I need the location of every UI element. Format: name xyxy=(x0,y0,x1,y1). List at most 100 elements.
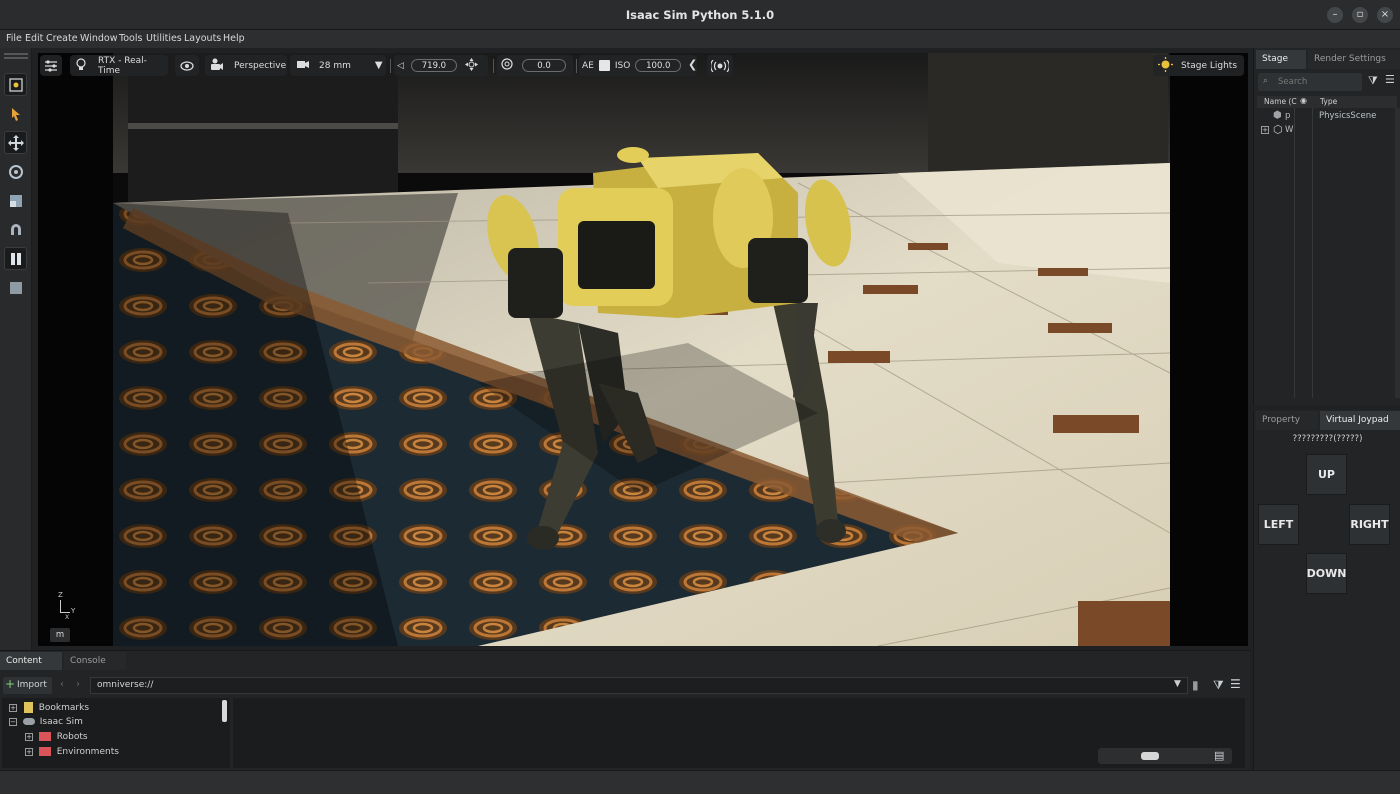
tab-console[interactable]: Console xyxy=(64,652,126,670)
bookmark-folder-icon xyxy=(23,702,33,713)
ae-label: AE xyxy=(582,60,594,71)
stage-scrollbar[interactable] xyxy=(1395,108,1400,398)
scale-icon[interactable] xyxy=(4,189,27,212)
joypad-header: ?????????(?????) xyxy=(1292,434,1363,444)
units-badge[interactable]: m xyxy=(50,628,70,642)
pointer-icon[interactable] xyxy=(4,102,27,125)
fstop-value[interactable]: 0.0 xyxy=(522,59,566,72)
tab-virtual-joypad[interactable]: Virtual Joypad xyxy=(1320,411,1400,430)
settings-sliders-icon[interactable] xyxy=(40,55,62,76)
stage-header-row: Name (C ◉ Type xyxy=(1257,96,1397,108)
menu-edit[interactable]: Edit xyxy=(25,33,43,44)
focus-target-icon[interactable] xyxy=(464,57,478,74)
right-button[interactable]: RIGHT xyxy=(1349,504,1390,545)
path-value: omniverse:// xyxy=(97,680,154,690)
menu-file[interactable]: File xyxy=(6,33,22,44)
up-button[interactable]: UP xyxy=(1306,454,1347,495)
close-icon[interactable]: × xyxy=(1377,7,1393,23)
select-icon[interactable] xyxy=(4,73,27,96)
viewport[interactable]: RTX - Real-Time Perspective 28 mm ▼ ◁ 71… xyxy=(38,53,1248,646)
menu-utilities[interactable]: Utilities xyxy=(146,33,182,44)
eye-icon[interactable] xyxy=(175,55,199,76)
focus-distance-value[interactable]: 719.0 xyxy=(410,59,457,72)
filter-icon[interactable]: ⧩ xyxy=(1368,74,1378,88)
renderer-dropdown[interactable]: RTX - Real-Time xyxy=(70,55,168,76)
col-name-header[interactable]: Name (C xyxy=(1264,97,1297,106)
camera-dropdown[interactable]: Perspective xyxy=(205,55,287,76)
bookmark-icon[interactable]: ▮ xyxy=(1192,678,1199,692)
stage-row[interactable]: ⬢ p PhysicsScene xyxy=(1257,110,1397,123)
stage-row[interactable]: + ⬡ W xyxy=(1257,123,1397,137)
chevron-down-icon[interactable]: ▼ xyxy=(1174,679,1181,689)
chevron-down-icon: ▼ xyxy=(374,60,383,71)
filter-icon[interactable]: ⧩ xyxy=(1213,678,1224,693)
tree-item-label: Environments xyxy=(56,747,119,757)
menu-layouts[interactable]: Layouts xyxy=(184,33,221,44)
menu-help[interactable]: Help xyxy=(223,33,245,44)
move-icon[interactable] xyxy=(4,131,27,154)
iso-value[interactable]: 100.0 xyxy=(635,59,682,72)
status-bar xyxy=(0,770,1400,794)
tree-item-isaac-sim[interactable]: − Isaac Sim xyxy=(9,717,83,727)
exposure-control[interactable]: AE ISO 100.0 xyxy=(579,55,697,76)
tree-item-label: Bookmarks xyxy=(38,703,90,713)
pause-icon[interactable] xyxy=(4,247,27,270)
menu-window[interactable]: Window xyxy=(80,33,117,44)
content-panel: Content Console + Import ‹ › omniverse:/… xyxy=(0,650,1250,770)
lens-dropdown[interactable]: 28 mm ▼ xyxy=(290,55,386,76)
scene-render[interactable] xyxy=(38,53,1248,646)
eye-icon[interactable]: ◉ xyxy=(1300,96,1307,105)
search-icon: ⌕ xyxy=(1263,76,1269,86)
sun-icon xyxy=(1158,56,1173,75)
left-button[interactable]: LEFT xyxy=(1258,504,1299,545)
back-icon[interactable]: ‹ xyxy=(60,679,64,690)
menu-lines-icon[interactable]: ☰ xyxy=(1385,73,1395,86)
frustum-icon: ◁ xyxy=(397,60,404,71)
plus-icon: + xyxy=(5,677,16,691)
tree-item-environments[interactable]: + Environments xyxy=(25,747,119,757)
title-bar: Isaac Sim Python 5.1.0 – ▫ × xyxy=(0,0,1400,30)
menu-tools[interactable]: Tools xyxy=(119,33,142,44)
stage-lights-dropdown[interactable]: Stage Lights xyxy=(1153,55,1244,76)
virtual-joypad-panel: Property Virtual Joypad ?????????(?????)… xyxy=(1253,410,1400,770)
list-view-icon[interactable]: ▤ xyxy=(1214,749,1224,762)
menu-create[interactable]: Create xyxy=(46,33,78,44)
search-placeholder: Search xyxy=(1278,77,1308,87)
collapse-icon[interactable]: − xyxy=(9,717,17,726)
expand-icon[interactable]: + xyxy=(25,732,33,741)
search-input[interactable]: ⌕ Search xyxy=(1258,73,1362,91)
tab-stage[interactable]: Stage xyxy=(1256,50,1306,69)
menu-lines-icon[interactable]: ☰ xyxy=(1230,677,1241,691)
expand-icon[interactable]: + xyxy=(9,703,17,712)
snap-icon[interactable] xyxy=(4,218,27,241)
collapse-chevron-icon[interactable]: ❮ xyxy=(688,58,697,71)
file-browser-area[interactable] xyxy=(233,698,1245,768)
column-divider xyxy=(1294,108,1295,398)
forward-icon[interactable]: › xyxy=(76,679,80,690)
tab-render-settings[interactable]: Render Settings xyxy=(1308,50,1400,69)
col-type-header[interactable]: Type xyxy=(1320,97,1337,106)
rotate-icon[interactable] xyxy=(4,160,27,183)
down-button[interactable]: DOWN xyxy=(1306,553,1347,594)
minimize-icon[interactable]: – xyxy=(1327,7,1343,23)
expand-icon[interactable]: + xyxy=(1261,126,1269,134)
tree-item-bookmarks[interactable]: + Bookmarks xyxy=(9,702,89,713)
broadcast-icon[interactable] xyxy=(707,55,733,76)
focus-distance-control[interactable]: ◁ 719.0 xyxy=(394,55,488,76)
import-label: Import xyxy=(17,680,47,690)
stop-icon[interactable] xyxy=(4,276,27,299)
slider-handle[interactable] xyxy=(1141,752,1159,760)
path-input[interactable]: omniverse:// ▼ xyxy=(90,677,1188,694)
thumbnail-size-slider[interactable]: ▤ xyxy=(1098,748,1232,764)
import-button[interactable]: + Import xyxy=(3,677,52,694)
film-camera-icon xyxy=(296,59,310,72)
tab-content[interactable]: Content xyxy=(0,652,62,670)
restore-icon[interactable]: ▫ xyxy=(1352,7,1368,23)
tab-property[interactable]: Property xyxy=(1256,411,1318,430)
expand-icon[interactable]: + xyxy=(25,747,33,756)
tree-item-robots[interactable]: + Robots xyxy=(25,732,88,742)
tree-scrollbar[interactable] xyxy=(222,700,227,722)
fstop-control[interactable]: 0.0 xyxy=(497,55,573,76)
ae-checkbox[interactable] xyxy=(598,60,610,71)
toolbar-grip[interactable] xyxy=(4,53,28,55)
